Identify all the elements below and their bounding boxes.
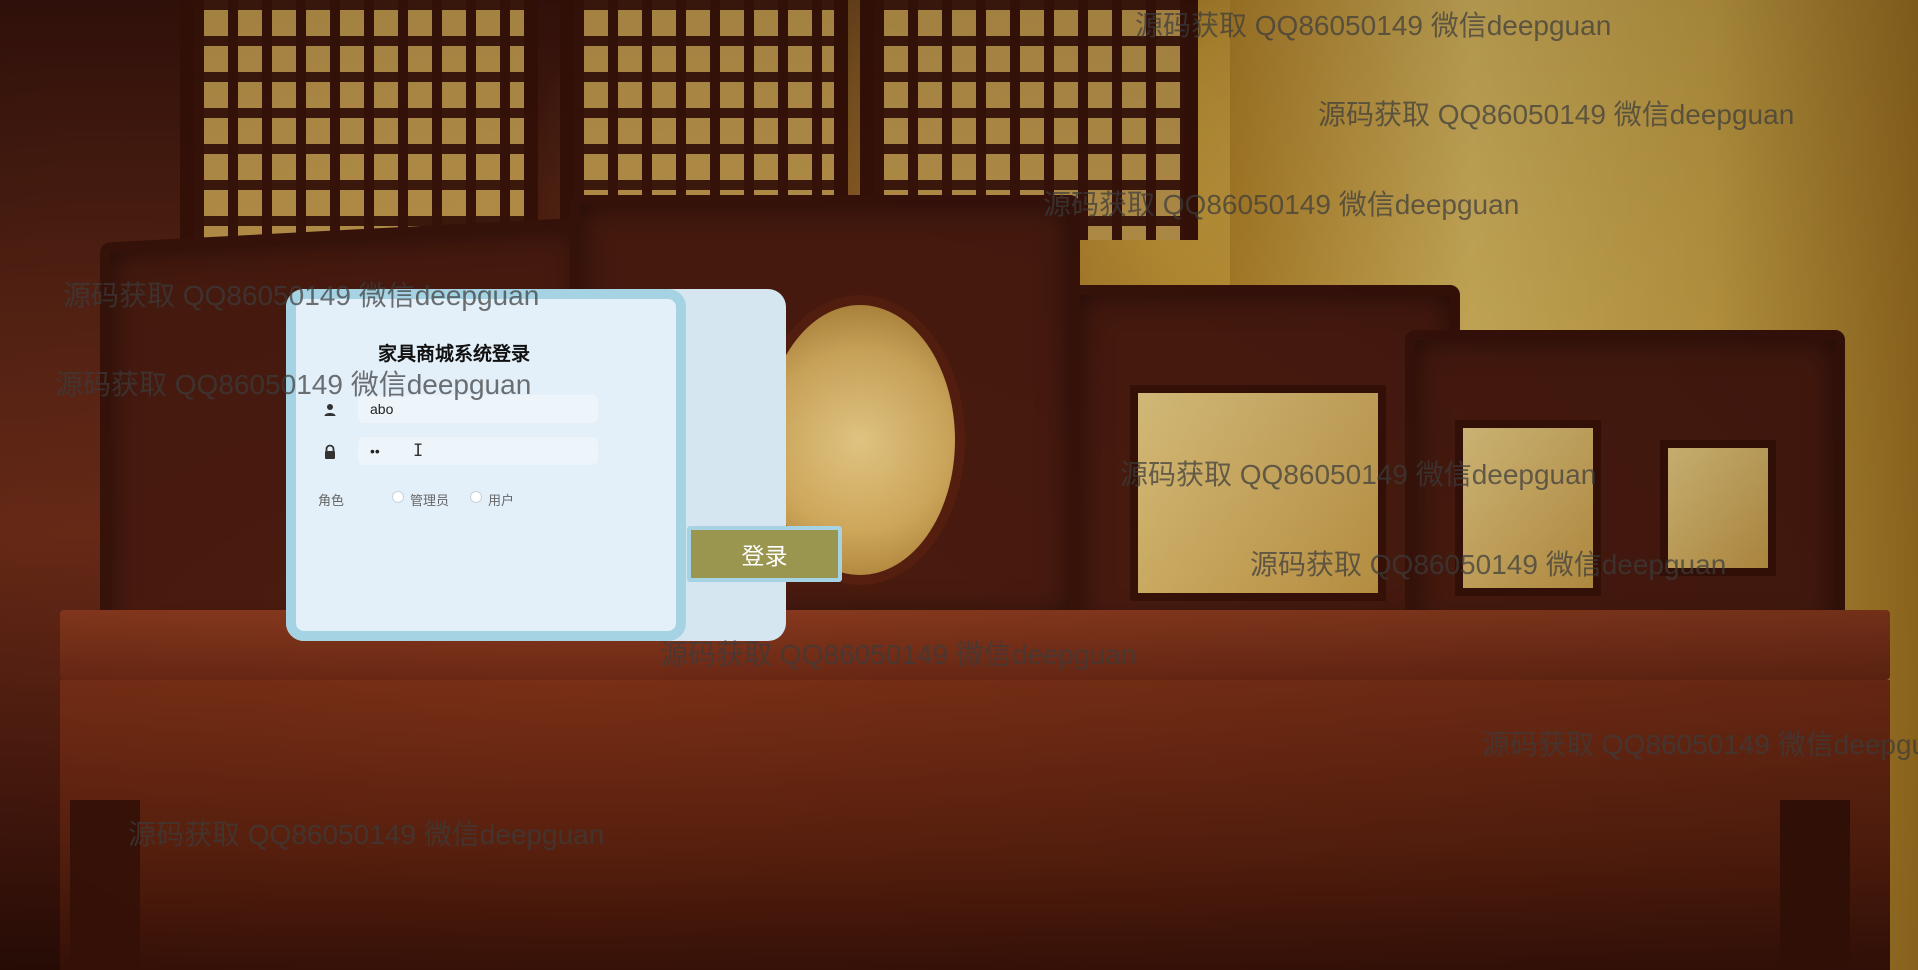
role-option-admin-label: 管理员 — [410, 493, 450, 508]
login-button[interactable]: 登录 — [687, 526, 842, 582]
role-radio-admin[interactable] — [392, 491, 404, 503]
username-input[interactable] — [358, 395, 598, 423]
password-input[interactable] — [358, 437, 598, 465]
role-radio-user[interactable] — [470, 491, 482, 503]
password-row: I — [316, 437, 598, 467]
lock-icon — [325, 444, 335, 459]
login-title: 家具商城系统登录 — [377, 344, 530, 365]
login-form: 家具商城系统登录 I 角色 管理员 用户 — [286, 289, 686, 641]
role-selector: 角色 管理员 用户 — [306, 487, 606, 509]
username-row — [316, 395, 598, 425]
login-page: 家具商城系统登录 I 角色 管理员 用户 登录 源码获取 QQ86050149 — [0, 0, 1918, 970]
role-label: 角色 — [318, 493, 345, 508]
role-option-user-label: 用户 — [488, 493, 515, 508]
text-cursor-icon: I — [413, 441, 424, 461]
user-icon — [324, 404, 336, 416]
